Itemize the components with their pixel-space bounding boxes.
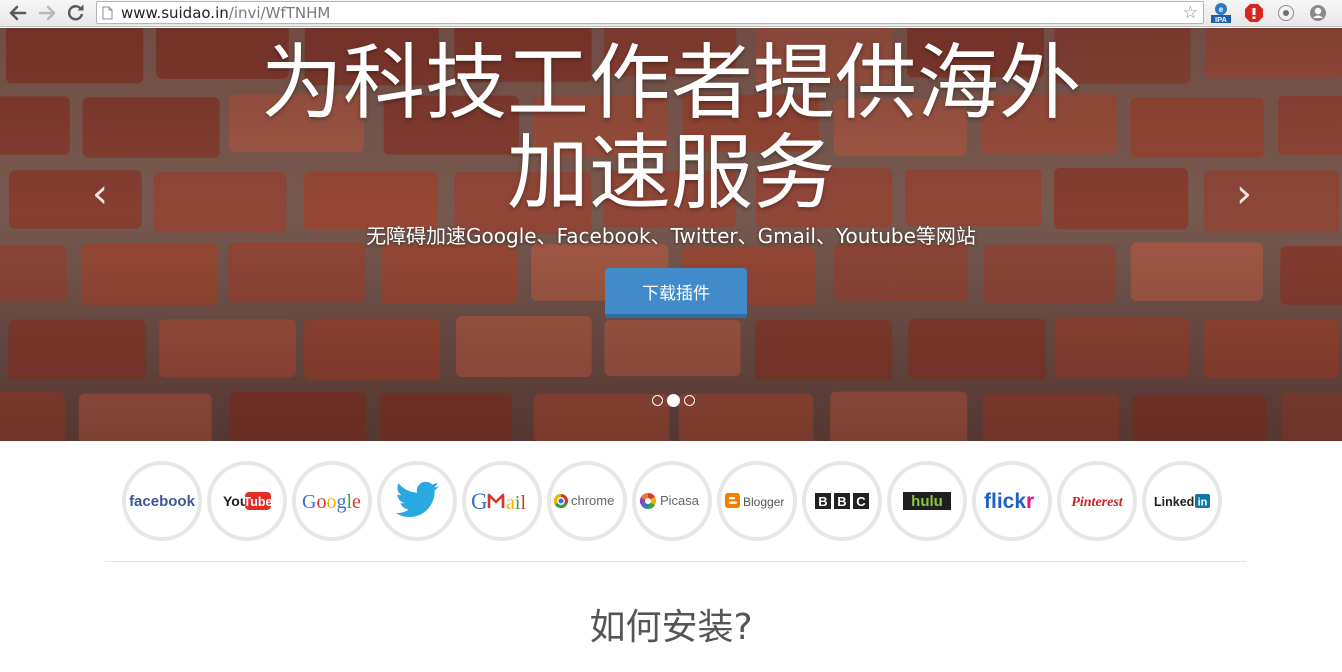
address-bar[interactable]: www.suidao.in/invi/WfTNHM ☆: [96, 1, 1204, 24]
arrow-left-icon: [9, 5, 27, 21]
how-to-install-heading: 如何安装?: [589, 607, 753, 648]
svg-text:flickr: flickr: [984, 490, 1034, 513]
browser-toolbar: www.suidao.in/invi/WfTNHM ☆ e IPA: [0, 0, 1342, 27]
linkedin-icon: Linked in: [1154, 494, 1210, 509]
svg-text:e: e: [1219, 5, 1224, 14]
forward-button[interactable]: [37, 3, 57, 23]
ipa-extension-button[interactable]: e IPA: [1210, 2, 1232, 24]
hero-carousel: 为科技工作者提供海外 加速服务 无障碍加速Google、Facebook、Twi…: [0, 28, 1342, 441]
url-host: www.suidao.in: [121, 4, 229, 22]
ipa-extension-icon: e IPA: [1211, 3, 1231, 24]
svg-text:hulu: hulu: [911, 493, 943, 510]
carousel-prev-icon[interactable]: ‹: [92, 174, 108, 214]
hero-title-line2: 加速服务: [506, 126, 835, 221]
svg-text:Picasa: Picasa: [660, 493, 700, 508]
svg-text:G: G: [471, 489, 488, 514]
adblock-extension-button[interactable]: [1243, 2, 1265, 24]
bbc-icon: B B C: [815, 493, 869, 509]
blogger-logo[interactable]: Blogger: [717, 461, 797, 541]
google-logo[interactable]: Google: [292, 461, 372, 541]
svg-text:chrome: chrome: [571, 493, 614, 508]
hulu-icon: hulu: [903, 492, 951, 510]
gmail-icon: G ail: [471, 489, 526, 514]
svg-text:B: B: [837, 494, 846, 509]
flickr-icon: flickr: [984, 490, 1034, 513]
extension-button-record[interactable]: [1275, 2, 1297, 24]
service-logo-list: facebook You Tube Google G ail chrome Pi…: [122, 461, 1222, 541]
user-extension-icon: [1310, 5, 1326, 21]
page-icon: [102, 6, 113, 20]
carousel-dot-1[interactable]: [652, 395, 663, 406]
gmail-logo[interactable]: G ail: [462, 461, 542, 541]
download-plugin-button[interactable]: 下载插件: [605, 268, 747, 318]
picasa-icon: Picasa: [639, 492, 700, 510]
section-divider: [105, 561, 1246, 562]
carousel-dot-3[interactable]: [684, 395, 695, 406]
svg-text:facebook: facebook: [129, 493, 195, 510]
carousel-next-icon[interactable]: ›: [1236, 174, 1252, 214]
bbc-logo[interactable]: B B C: [802, 461, 882, 541]
carousel-dot-2[interactable]: [667, 394, 680, 407]
pinterest-logo[interactable]: Pinterest: [1057, 461, 1137, 541]
svg-text:Blogger: Blogger: [743, 495, 784, 509]
svg-text:C: C: [856, 494, 866, 509]
svg-text:B: B: [818, 494, 827, 509]
svg-text:in: in: [1198, 497, 1208, 509]
google-icon: Google: [302, 491, 361, 513]
svg-text:Google: Google: [302, 491, 361, 513]
reload-button[interactable]: [66, 3, 86, 23]
hero-subtitle: 无障碍加速Google、Facebook、Twitter、Gmail、Youtu…: [366, 224, 976, 248]
chrome-icon: chrome: [553, 493, 614, 509]
svg-text:Pinterest: Pinterest: [1071, 495, 1123, 510]
carousel-indicators: [652, 394, 695, 407]
svg-text:ail: ail: [506, 492, 526, 514]
back-button[interactable]: [8, 3, 28, 23]
facebook-icon: facebook: [129, 493, 195, 510]
url-text: www.suidao.in/invi/WfTNHM: [121, 4, 330, 22]
extension-button-user[interactable]: [1307, 2, 1329, 24]
arrow-right-icon: [38, 5, 56, 21]
bookmark-star-icon[interactable]: ☆: [1183, 3, 1198, 23]
youtube-icon: You Tube: [223, 492, 272, 510]
youtube-logo[interactable]: You Tube: [207, 461, 287, 541]
hulu-logo[interactable]: hulu: [887, 461, 967, 541]
record-icon: [1278, 5, 1294, 21]
facebook-logo[interactable]: facebook: [122, 461, 202, 541]
twitter-bird-icon: [395, 481, 439, 517]
picasa-logo[interactable]: Picasa: [632, 461, 712, 541]
svg-text:Tube: Tube: [244, 495, 272, 509]
pinterest-icon: Pinterest: [1071, 495, 1123, 510]
flickr-logo[interactable]: flickr: [972, 461, 1052, 541]
chrome-logo[interactable]: chrome: [547, 461, 627, 541]
ipa-badge-text: IPA: [1215, 15, 1228, 24]
stop-sign-icon: [1245, 4, 1263, 22]
url-path: /invi/WfTNHM: [228, 4, 331, 22]
twitter-logo[interactable]: [377, 461, 457, 541]
linkedin-logo[interactable]: Linked in: [1142, 461, 1222, 541]
svg-text:Linked: Linked: [1154, 495, 1194, 509]
reload-icon: [67, 5, 84, 21]
blogger-icon: Blogger: [725, 493, 784, 509]
hero-title-line1: 为科技工作者提供海外: [260, 36, 1081, 131]
